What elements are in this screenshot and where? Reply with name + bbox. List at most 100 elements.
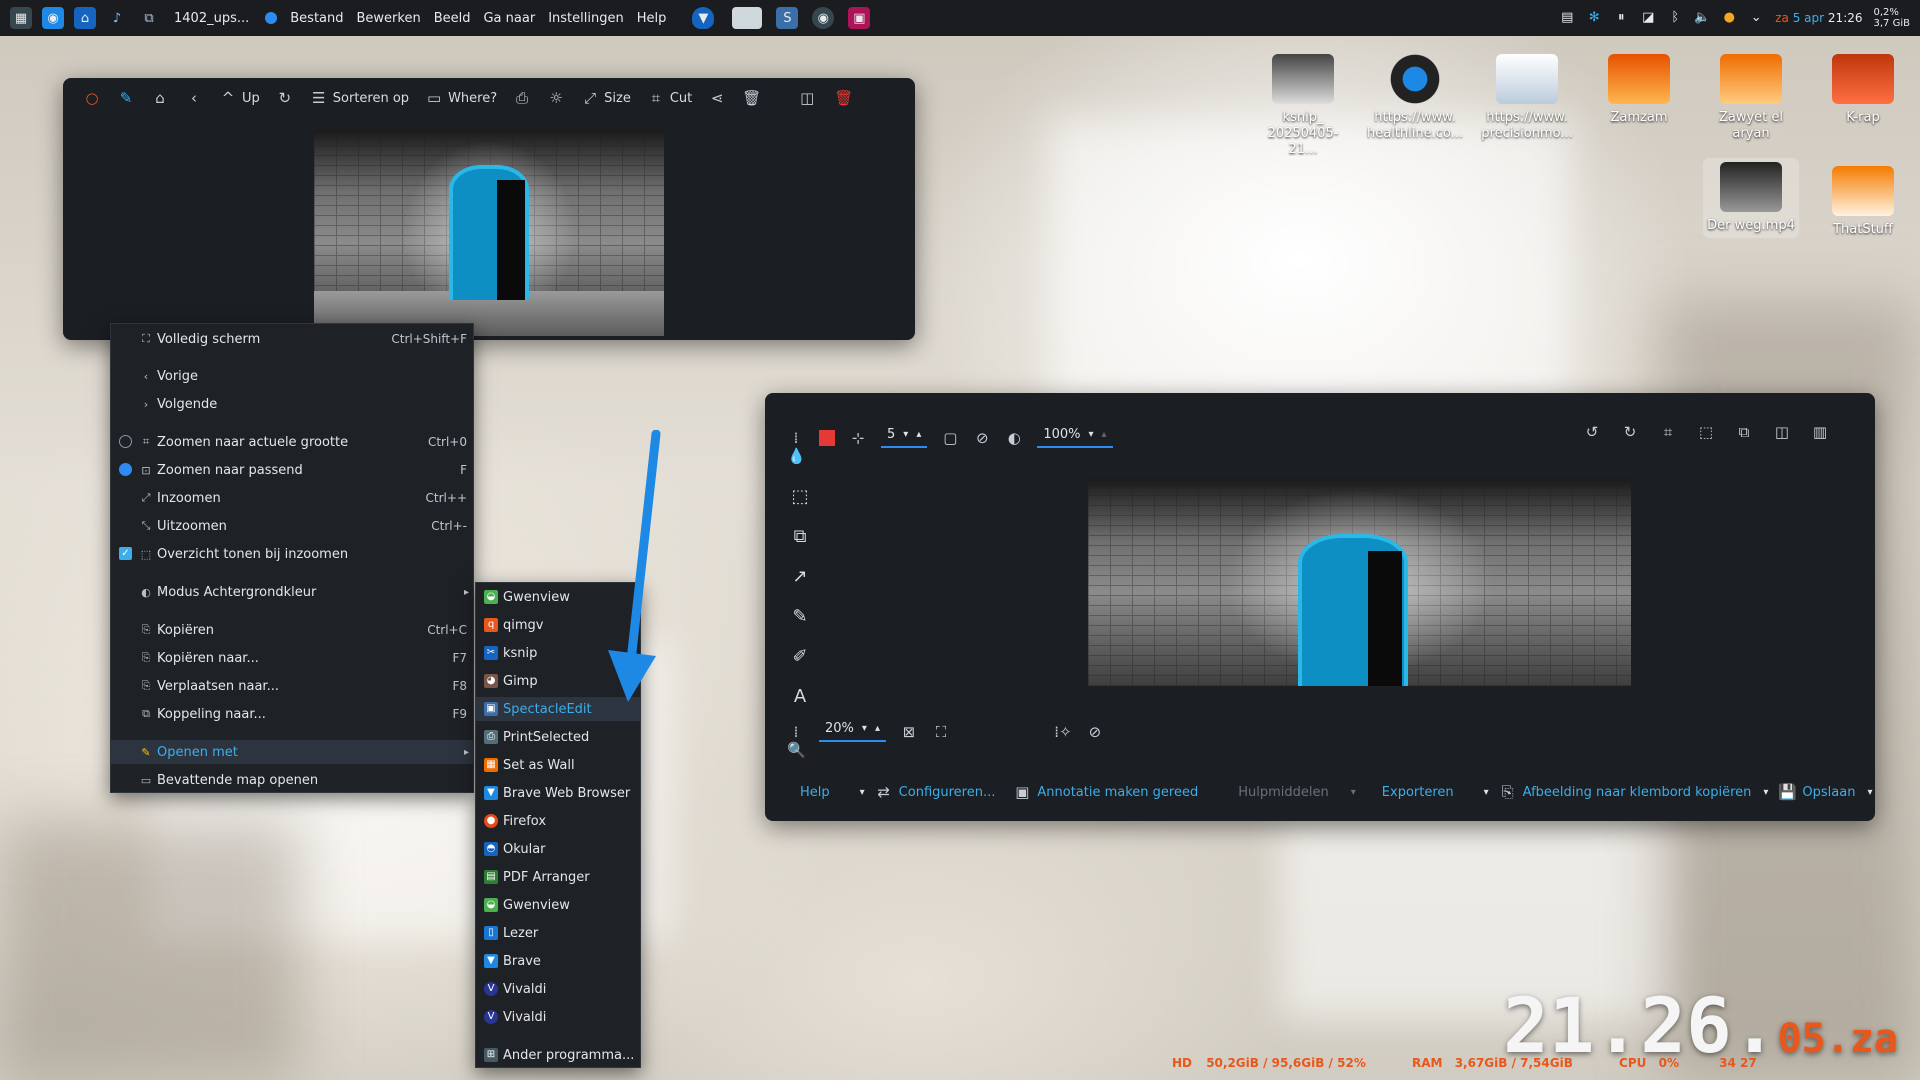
no-fill-icon[interactable]: ⊘ [973,429,991,447]
desktop-icon-der-weg[interactable]: Der weg.mp4 [1703,158,1799,238]
pen-tool-icon[interactable]: ✎ [789,606,811,628]
sort-button[interactable]: ☰ Sorteren op [310,89,409,107]
eye-app-icon[interactable]: ◉ [812,7,835,29]
menu-ga-naar[interactable]: Ga naar [483,11,535,26]
menu-item-open-with[interactable]: ✎ Openen met ▸ [111,740,473,764]
spin-up-icon[interactable]: ▴ [875,723,880,734]
desktop-icon-precisionmo[interactable]: https://www. precisionmo... [1479,54,1575,142]
paste-icon[interactable]: ⧉ [1735,423,1753,441]
open-with-firefox[interactable]: ● Firefox [476,809,640,833]
spectacle-icon[interactable]: S [776,7,799,29]
music-icon[interactable]: ♪ [106,7,128,29]
rotate-left-icon[interactable]: ↺ [1583,423,1601,441]
stroke-width-spinbox[interactable]: 5 ▾ ▴ [881,427,928,448]
open-with-set-as-wall[interactable]: ▦ Set as Wall [476,753,640,777]
configure-button[interactable]: Configureren... [899,785,996,800]
size-button[interactable]: ⤢ Size [581,89,631,107]
magic-wand-icon[interactable]: ⁞✧ [1054,723,1072,741]
spectacle-image-canvas[interactable] [1088,479,1631,686]
text-tool-icon[interactable]: A [789,686,811,708]
menu-item-show-overview[interactable]: ✓ ⬚ Overzicht tonen bij inzoomen [111,542,473,566]
dolphin-icon[interactable]: ◉ [42,7,64,29]
print-icon[interactable]: ⎙ [513,89,531,107]
open-with-gwenview-2[interactable]: ◒ Gwenview [476,893,640,917]
sidebar-toggle-icon[interactable]: ◫ [798,89,816,107]
zoom-in-icon[interactable]: ⁞🔍 [787,723,806,759]
tray-expand-icon[interactable]: ⌄ [1748,10,1764,26]
delete-icon[interactable]: 🗑 [834,89,853,107]
window-switcher-icon[interactable]: ⧉ [138,7,160,29]
menu-beeld[interactable]: Beeld [434,11,471,26]
desktop-icon-healthline[interactable]: https://www. healthline.co... [1367,54,1463,142]
menu-item-move-to[interactable]: ⎘ Verplaatsen naar... F8 [111,674,473,698]
open-with-printselected[interactable]: ⎙ PrintSelected [476,725,640,749]
volume-icon[interactable]: 🔈 [1694,10,1710,26]
desktop-icon-zawyet[interactable]: Zawyet el aryan [1703,54,1799,142]
back-icon[interactable]: ‹ [185,89,203,107]
menu-bestand[interactable]: Bestand [290,11,343,26]
share-icon[interactable]: ⋖ [708,89,726,107]
menu-item-fullscreen[interactable]: ⛶ Volledig scherm Ctrl+Shift+F [111,327,473,351]
save-button[interactable]: Opslaan [1802,785,1855,800]
spin-up-icon[interactable]: ▴ [916,429,921,440]
zoom-spinbox[interactable]: 20% ▾ ▴ [819,721,886,742]
menu-item-zoom-actual[interactable]: ⌗ Zoomen naar actuele grootte Ctrl+0 [111,430,473,454]
export-dropdown-icon[interactable]: ▾ [1484,787,1489,798]
open-with-brave[interactable]: ▼ Brave [476,949,640,973]
stroke-color-swatch[interactable] [819,429,835,446]
open-with-brave-web-browser[interactable]: ▼ Brave Web Browser [476,781,640,805]
desktop-icon-thatstuff[interactable]: ThatStuff [1815,166,1911,238]
window-thumbnail-icon[interactable] [732,7,763,29]
flip-vertical-icon[interactable]: ▥ [1811,423,1829,441]
home-icon[interactable]: ⌂ [151,89,169,107]
menu-item-zoom-out[interactable]: ⤡ Uitzoomen Ctrl+- [111,514,473,538]
tools-dropdown-icon[interactable]: ▾ [1351,787,1356,798]
open-with-pdf-arranger[interactable]: ▤ PDF Arranger [476,865,640,889]
export-button[interactable]: Exporteren [1382,785,1454,800]
open-with-vivaldi[interactable]: V Vivaldi [476,977,640,1001]
active-window-title[interactable]: 1402_ups... [174,11,249,26]
edit-pencil-icon[interactable]: ✎ [117,89,135,107]
open-with-okular[interactable]: ◓ Okular [476,837,640,861]
menu-instellingen[interactable]: Instellingen [548,11,624,26]
spin-up-icon[interactable]: ▴ [1102,429,1107,440]
reload-icon[interactable]: ↻ [276,89,294,107]
cut-button[interactable]: ⌗ Cut [647,89,693,107]
weather-icon[interactable]: ● [1721,10,1737,26]
opacity-icon[interactable]: ◐ [1005,429,1023,447]
copy-dropdown-icon[interactable]: ▾ [1763,787,1768,798]
rotate-right-icon[interactable]: ↻ [1621,423,1639,441]
brightness-icon[interactable]: ☼ [547,89,565,107]
save-dropdown-icon[interactable]: ▾ [1867,787,1872,798]
where-button[interactable]: ▭ Where? [425,89,497,107]
brave-icon[interactable]: ▼ [692,7,715,29]
arrow-tool-icon[interactable]: ↗ [789,566,811,588]
clock-widget[interactable]: za 5 apr 21:26 [1775,11,1862,25]
menu-item-zoom-in[interactable]: ⤢ Inzoomen Ctrl++ [111,486,473,510]
resource-monitor[interactable]: 0,2% 3,7 GiB [1874,7,1910,29]
help-button[interactable]: Help [800,785,830,800]
help-dropdown-icon[interactable]: ▾ [860,787,865,798]
kde-connect-icon[interactable]: ✻ [1586,10,1602,26]
open-with-other-program[interactable]: ⊞ Ander programma... [476,1043,640,1067]
menu-item-copy-to[interactable]: ⎘ Kopiëren naar... F7 [111,646,473,670]
up-button[interactable]: ^ Up [219,89,260,107]
flip-horizontal-icon[interactable]: ◫ [1773,423,1791,441]
media-app-icon[interactable]: ▣ [848,7,871,29]
notes-icon[interactable]: ▤ [1559,10,1575,26]
select-tool-icon[interactable]: ⬚ [789,486,811,508]
menu-item-zoom-fit[interactable]: ⊡ Zoomen naar passend F [111,458,473,482]
clipboard-icon[interactable]: ◪ [1640,10,1656,26]
menu-item-link-to[interactable]: ⧉ Koppeling naar... F9 [111,702,473,726]
zoom-actual-icon[interactable]: ⛶ [932,723,950,741]
pause-icon[interactable]: ⏸ [1613,10,1629,26]
copy-to-clipboard-button[interactable]: Afbeelding naar klembord kopiëren [1523,785,1752,800]
highlighter-tool-icon[interactable]: ✐ [789,646,811,668]
desktop-icon-ksnip[interactable]: ksnip_ 20250405-21... [1255,54,1351,158]
trash-icon[interactable]: 🗑 [742,89,761,107]
record-icon[interactable]: ○ [83,89,101,107]
menu-item-next[interactable]: › Volgende [111,392,473,416]
stroke-width-icon[interactable]: ⊹ [849,429,867,447]
bluetooth-icon[interactable]: ᛒ [1667,10,1683,26]
menu-bewerken[interactable]: Bewerken [357,11,421,26]
